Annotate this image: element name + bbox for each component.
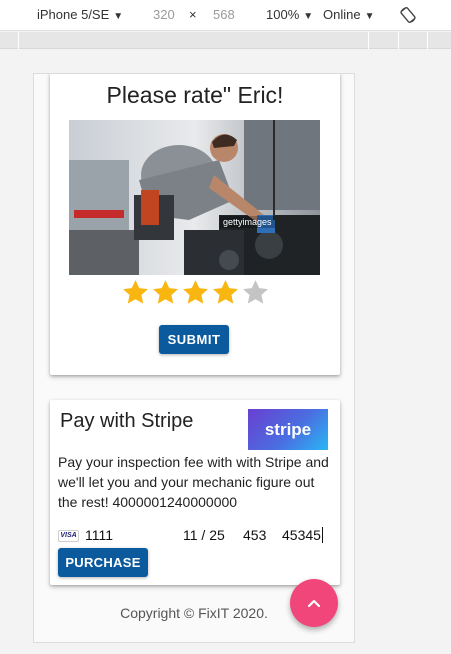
network-throttle-select[interactable]: Online ▼ [323,7,374,22]
postal-code-input[interactable]: 45345 [282,527,323,543]
caret-down-icon: ▼ [113,11,124,22]
stripe-payment-card: Pay with Stripe stripe Pay your inspecti… [50,400,340,585]
media-query-ruler [0,32,451,49]
card-cvc-input[interactable]: 453 [243,527,266,543]
chevron-up-icon [307,599,321,608]
device-viewport: Please rate" Eric! gettyimages SUBMIT Pa… [33,73,355,643]
stripe-title: Pay with Stripe [60,410,194,432]
rate-mechanic-card: Please rate" Eric! gettyimages SUBMIT [50,74,340,375]
star-filled-icon[interactable] [181,278,210,307]
caret-down-icon: ▼ [303,11,314,22]
network-select-label: Online [323,7,361,22]
stripe-description: Pay your inspection fee with with Stripe… [58,454,329,510]
star-rating[interactable] [121,278,271,308]
mechanic-photo: gettyimages [69,120,320,275]
image-watermark: gettyimages [220,216,275,228]
card-expiry-input[interactable]: 11 / 25 [183,527,225,543]
device-select-label: iPhone 5/SE [37,7,110,22]
star-filled-icon[interactable] [211,278,240,307]
star-filled-icon[interactable] [121,278,150,307]
purchase-button[interactable]: PURCHASE [58,548,148,577]
viewport-width-input[interactable]: 320 [153,7,175,22]
device-select[interactable]: iPhone 5/SE ▼ [37,7,123,22]
scroll-to-top-button[interactable] [290,579,338,627]
viewport-height-input[interactable]: 568 [213,7,235,22]
caret-down-icon: ▼ [364,11,375,22]
card-element[interactable]: VISA 1111 11 / 25 453 45345 [58,527,336,545]
zoom-select-label: 100% [266,7,300,22]
star-empty-icon[interactable] [241,278,270,307]
stripe-logo: stripe [248,409,328,450]
dimension-separator: × [189,7,197,22]
star-filled-icon[interactable] [151,278,180,307]
rate-title: Please rate" Eric! [106,82,284,108]
submit-rating-button[interactable]: SUBMIT [159,325,229,354]
rotate-device-icon[interactable] [399,6,417,24]
card-number-input[interactable]: 1111 [85,527,113,543]
zoom-select[interactable]: 100% ▼ [266,7,313,22]
visa-icon: VISA [58,530,79,542]
device-toolbar: iPhone 5/SE ▼ 320 × 568 100% ▼ Online ▼ [0,0,451,31]
